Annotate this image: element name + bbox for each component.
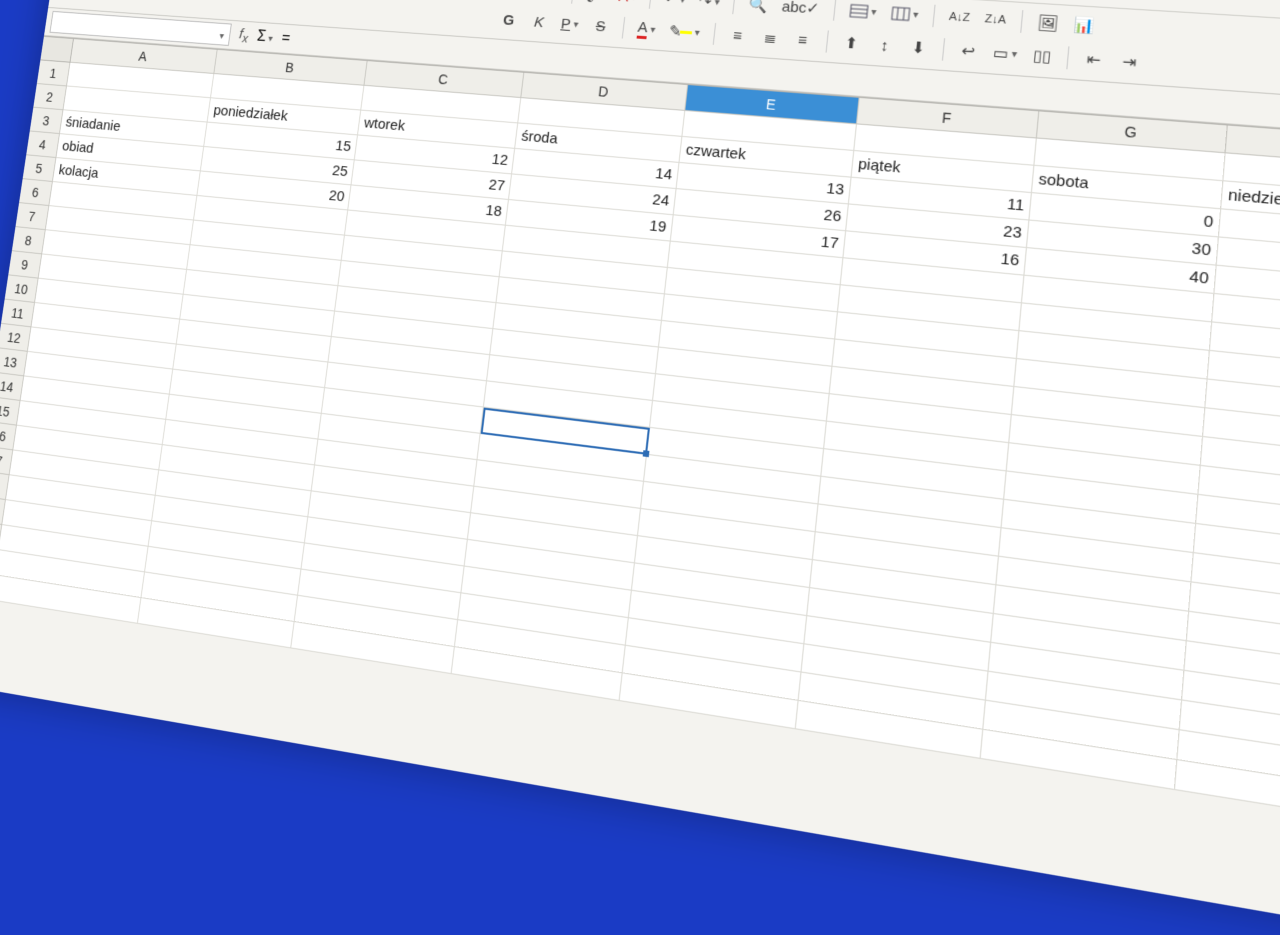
separator [825, 30, 828, 52]
valign-bottom-icon[interactable]: ⬇ [903, 34, 933, 62]
row-header-4[interactable]: 4 [26, 131, 60, 158]
chevron-down-icon [216, 26, 225, 41]
separator [732, 0, 735, 14]
valign-top-icon[interactable]: ⬆ [836, 29, 866, 57]
row-header-6[interactable]: 6 [19, 179, 53, 206]
copy-icon[interactable]: ⧉ [498, 0, 526, 2]
indent-inc-icon[interactable]: ⇥ [1114, 47, 1145, 76]
clear-format-icon[interactable]: A̶ [613, 0, 641, 10]
indent-dec-icon[interactable]: ⇤ [1078, 45, 1109, 74]
row-header-3[interactable]: 3 [30, 108, 64, 134]
strikethrough-icon[interactable]: S [587, 13, 615, 40]
chart-icon[interactable]: 📊 [1068, 11, 1100, 40]
valign-middle-icon[interactable]: ↕ [870, 31, 900, 59]
align-right-icon[interactable]: ≡ [788, 26, 817, 54]
row-header-11[interactable]: 11 [1, 299, 35, 327]
row-header-13[interactable]: 13 [0, 348, 28, 376]
row-header-10[interactable]: 10 [5, 275, 39, 303]
clone-format-icon[interactable]: 🖌 [581, 0, 610, 8]
fontcolor-icon[interactable]: A [632, 16, 661, 43]
app-window: Style Arkusz Dane Narzędzia Okno Pomoc 1… [0, 0, 1280, 935]
unmerge-icon[interactable]: ▯▯ [1027, 42, 1058, 71]
row-header-9[interactable]: 9 [8, 251, 42, 279]
spreadsheet-grid[interactable]: ABCDEFGH12poniedziałekwtorekśrodaczwarte… [0, 36, 1280, 827]
equals-icon[interactable]: = [277, 30, 295, 48]
select-all-corner[interactable] [40, 37, 74, 63]
row-icon[interactable] [844, 0, 882, 26]
separator [571, 0, 574, 4]
image-icon[interactable]: 🖼 [1032, 9, 1064, 38]
column-icon[interactable] [885, 0, 923, 28]
underline-button[interactable]: P [556, 11, 584, 38]
undo-icon[interactable]: ↶ [659, 0, 690, 13]
row-header-8[interactable]: 8 [12, 227, 46, 254]
separator [833, 0, 836, 21]
align-left-icon[interactable]: ≡ [723, 22, 752, 50]
separator [1066, 46, 1069, 69]
bold-button[interactable]: G [495, 7, 523, 34]
separator [942, 38, 945, 61]
separator [932, 5, 935, 27]
paste-icon[interactable]: 📋 [528, 0, 564, 5]
separator [1020, 10, 1023, 33]
fx-icon[interactable]: fx [234, 26, 253, 46]
row-header-7[interactable]: 7 [15, 203, 49, 230]
row-header-1[interactable]: 1 [37, 60, 71, 86]
italic-button[interactable]: K [525, 9, 553, 36]
separator [649, 0, 652, 9]
find-icon[interactable]: 🔍 [743, 0, 773, 19]
sort-desc-icon[interactable]: Z↓A [979, 6, 1011, 35]
wrap-icon[interactable]: ↩ [953, 37, 983, 66]
merge-icon[interactable]: ▭ [987, 39, 1022, 68]
spellcheck-icon[interactable]: abc✓ [776, 0, 824, 22]
row-header-2[interactable]: 2 [33, 84, 67, 110]
sigma-icon[interactable]: Σ [256, 28, 274, 46]
sort-asc-icon[interactable]: A↓Z [943, 3, 975, 31]
row-header-5[interactable]: 5 [23, 155, 57, 182]
separator [622, 17, 625, 39]
highlight-icon[interactable]: ✎ [664, 18, 705, 46]
redo-icon[interactable]: ↷ [694, 0, 725, 15]
separator [712, 23, 715, 45]
align-center-icon[interactable]: ≣ [756, 24, 785, 52]
row-header-12[interactable]: 12 [0, 324, 31, 352]
